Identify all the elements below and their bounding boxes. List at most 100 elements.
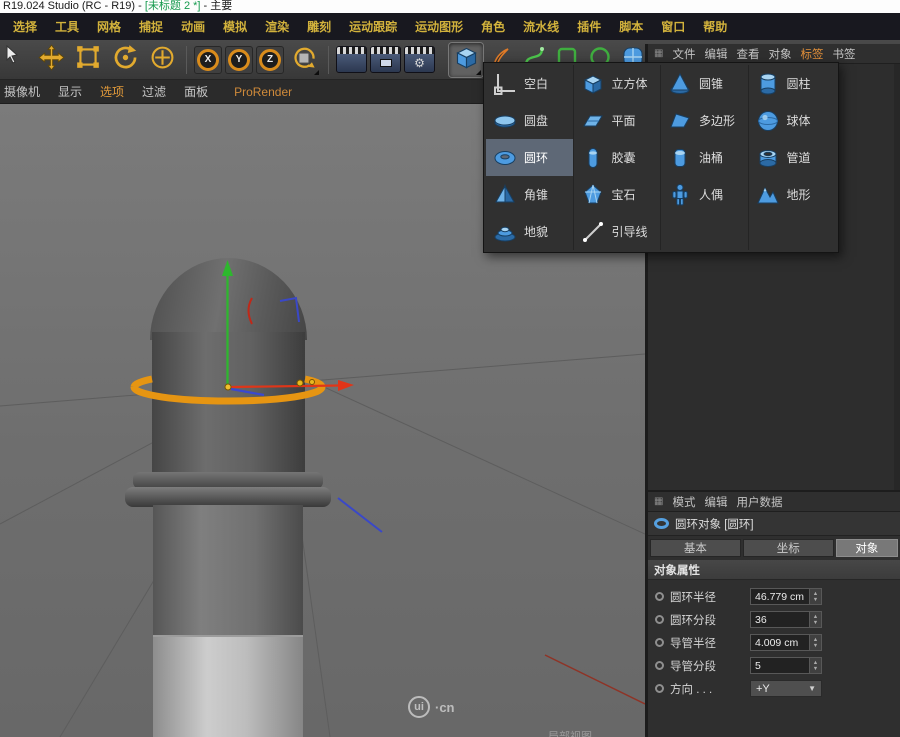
- om-menu-bookmarks[interactable]: 书签: [832, 46, 855, 62]
- menu-item[interactable]: 渲染: [256, 18, 298, 35]
- x-rotation-mark: [249, 298, 253, 324]
- cylinder-icon: [756, 72, 780, 96]
- primitive-cube-button[interactable]: [449, 43, 483, 77]
- stepper[interactable]: ▲▼: [810, 634, 822, 651]
- om-menu-file[interactable]: 文件: [672, 46, 695, 62]
- om-scrollbar[interactable]: [894, 64, 900, 490]
- menu-item[interactable]: 角色: [472, 18, 514, 35]
- object-title: 圆环对象 [圆环]: [675, 516, 754, 532]
- primitive-item-disc[interactable]: 圆盘: [486, 102, 574, 139]
- keyframe-ring-icon[interactable]: [655, 615, 664, 624]
- primitive-item-null[interactable]: 空白: [486, 65, 574, 102]
- menu-item[interactable]: 模拟: [214, 18, 256, 35]
- primitive-item-sphere[interactable]: 球体: [749, 102, 837, 139]
- pipe-radius-input[interactable]: 4.009 cm: [750, 634, 810, 651]
- keyframe-ring-icon[interactable]: [655, 661, 664, 670]
- om-menu-view[interactable]: 查看: [736, 46, 759, 62]
- am-menu-userdata[interactable]: 用户数据: [736, 494, 782, 510]
- torus-ring-left: [134, 379, 152, 387]
- viewport-menu-display[interactable]: 显示: [58, 83, 82, 100]
- om-menu-tags[interactable]: 标签: [800, 46, 823, 62]
- viewport-menu-filter[interactable]: 过滤: [142, 83, 166, 100]
- film-strip-icon: [371, 47, 400, 54]
- primitive-item-cone[interactable]: 圆锥: [661, 65, 749, 102]
- axis-z-lock-button[interactable]: Z: [256, 46, 284, 74]
- om-menu-object[interactable]: 对象: [768, 46, 791, 62]
- tab-object[interactable]: 对象: [836, 539, 898, 557]
- primitive-item-capsule[interactable]: 胶囊: [574, 139, 662, 176]
- orientation-dropdown[interactable]: +Y▼: [750, 680, 822, 697]
- primitive-item-polygon[interactable]: 多边形: [661, 102, 749, 139]
- stepper[interactable]: ▲▼: [810, 611, 822, 628]
- primitive-item-tube[interactable]: 管道: [749, 139, 837, 176]
- stepper[interactable]: ▲▼: [810, 588, 822, 605]
- window-title: R19.024 Studio (RC - R19) - [未标题 2 *] - …: [0, 0, 900, 13]
- menu-item[interactable]: 插件: [568, 18, 610, 35]
- viewport-menu-options[interactable]: 选项: [100, 83, 124, 100]
- rotate-tool-button[interactable]: [108, 43, 142, 77]
- am-menu-edit[interactable]: 编辑: [704, 494, 727, 510]
- viewport-menu-panel[interactable]: 面板: [184, 83, 208, 100]
- menu-item[interactable]: 窗口: [652, 18, 694, 35]
- keyframe-ring-icon[interactable]: [655, 638, 664, 647]
- tab-basic[interactable]: 基本: [650, 539, 741, 557]
- z-axis: [231, 389, 264, 395]
- primitive-item-guide[interactable]: 引导线: [574, 213, 662, 250]
- primitive-item-figure[interactable]: 人偶: [661, 176, 749, 213]
- keyframe-ring-icon[interactable]: [655, 592, 664, 601]
- keyframe-ring-icon[interactable]: [655, 684, 664, 693]
- ring-handle: [310, 380, 315, 385]
- render-picture-viewer-button[interactable]: [370, 46, 401, 73]
- attribute-tabs: 基本 坐标 对象: [648, 536, 900, 560]
- menu-item[interactable]: 捕捉: [130, 18, 172, 35]
- landscape-icon: [756, 183, 780, 207]
- attribute-manager-menubar: ▦ 模式 编辑 用户数据: [648, 492, 900, 512]
- ring-segments-input[interactable]: 36: [750, 611, 810, 628]
- null-icon: [493, 72, 517, 96]
- primitive-item-cube[interactable]: 立方体: [574, 65, 662, 102]
- pipe-segments-input[interactable]: 5: [750, 657, 810, 674]
- tab-coordinates[interactable]: 坐标: [743, 539, 834, 557]
- crosshair-tool-button[interactable]: [145, 43, 179, 77]
- menu-item[interactable]: 流水线: [514, 18, 568, 35]
- primitive-item-plane[interactable]: 平面: [574, 102, 662, 139]
- viewport-menu-camera[interactable]: 摄像机: [4, 83, 40, 100]
- primitive-item-pyramid[interactable]: 角锥: [486, 176, 574, 213]
- selection-tool-button[interactable]: [1, 43, 31, 77]
- scale-tool-button[interactable]: [71, 43, 105, 77]
- menu-item[interactable]: 雕刻: [298, 18, 340, 35]
- dropdown-corner: [476, 70, 481, 75]
- primitive-item-relief[interactable]: 地貌: [486, 213, 574, 250]
- menu-item[interactable]: 动画: [172, 18, 214, 35]
- menu-item[interactable]: 网格: [88, 18, 130, 35]
- section-object-properties[interactable]: 对象属性: [648, 560, 900, 580]
- dropdown-corner: [314, 70, 319, 75]
- stepper[interactable]: ▲▼: [810, 657, 822, 674]
- axis-y-lock-button[interactable]: Y: [225, 46, 253, 74]
- coordinate-system-button[interactable]: [287, 43, 321, 77]
- primitives-popup: 空白 立方体 圆锥 圆柱 圆盘 平面 多边形 球体 圆环 胶囊 油桶 管道 角锥…: [483, 62, 839, 253]
- render-view-button[interactable]: [336, 46, 367, 73]
- menu-item[interactable]: 帮助: [694, 18, 736, 35]
- menu-item[interactable]: 运动图形: [406, 18, 472, 35]
- menu-item[interactable]: 脚本: [610, 18, 652, 35]
- primitive-item-oiltank[interactable]: 油桶: [661, 139, 749, 176]
- render-settings-button[interactable]: ⚙: [404, 46, 435, 73]
- primitive-item-torus[interactable]: 圆环: [486, 139, 574, 176]
- oiltank-icon: [668, 146, 692, 170]
- main-menubar: 选择 工具 网格 捕捉 动画 模拟 渲染 雕刻 运动跟踪 运动图形 角色 流水线…: [0, 13, 900, 40]
- ring-radius-input[interactable]: 46.779 cm: [750, 588, 810, 605]
- menu-item[interactable]: 工具: [46, 18, 88, 35]
- primitive-item-cylinder[interactable]: 圆柱: [749, 65, 837, 102]
- menu-item[interactable]: 运动跟踪: [340, 18, 406, 35]
- om-menu-edit[interactable]: 编辑: [704, 46, 727, 62]
- axis-x-lock-button[interactable]: X: [194, 46, 222, 74]
- watermark: ui ·cn: [408, 696, 455, 718]
- am-menu-mode[interactable]: 模式: [672, 494, 695, 510]
- menu-item[interactable]: 选择: [4, 18, 46, 35]
- primitive-item-gem[interactable]: 宝石: [574, 176, 662, 213]
- viewport-menu-prorender[interactable]: ProRender: [234, 85, 292, 99]
- relief-icon: [493, 220, 517, 244]
- primitive-item-landscape[interactable]: 地形: [749, 176, 837, 213]
- move-tool-button[interactable]: [34, 43, 68, 77]
